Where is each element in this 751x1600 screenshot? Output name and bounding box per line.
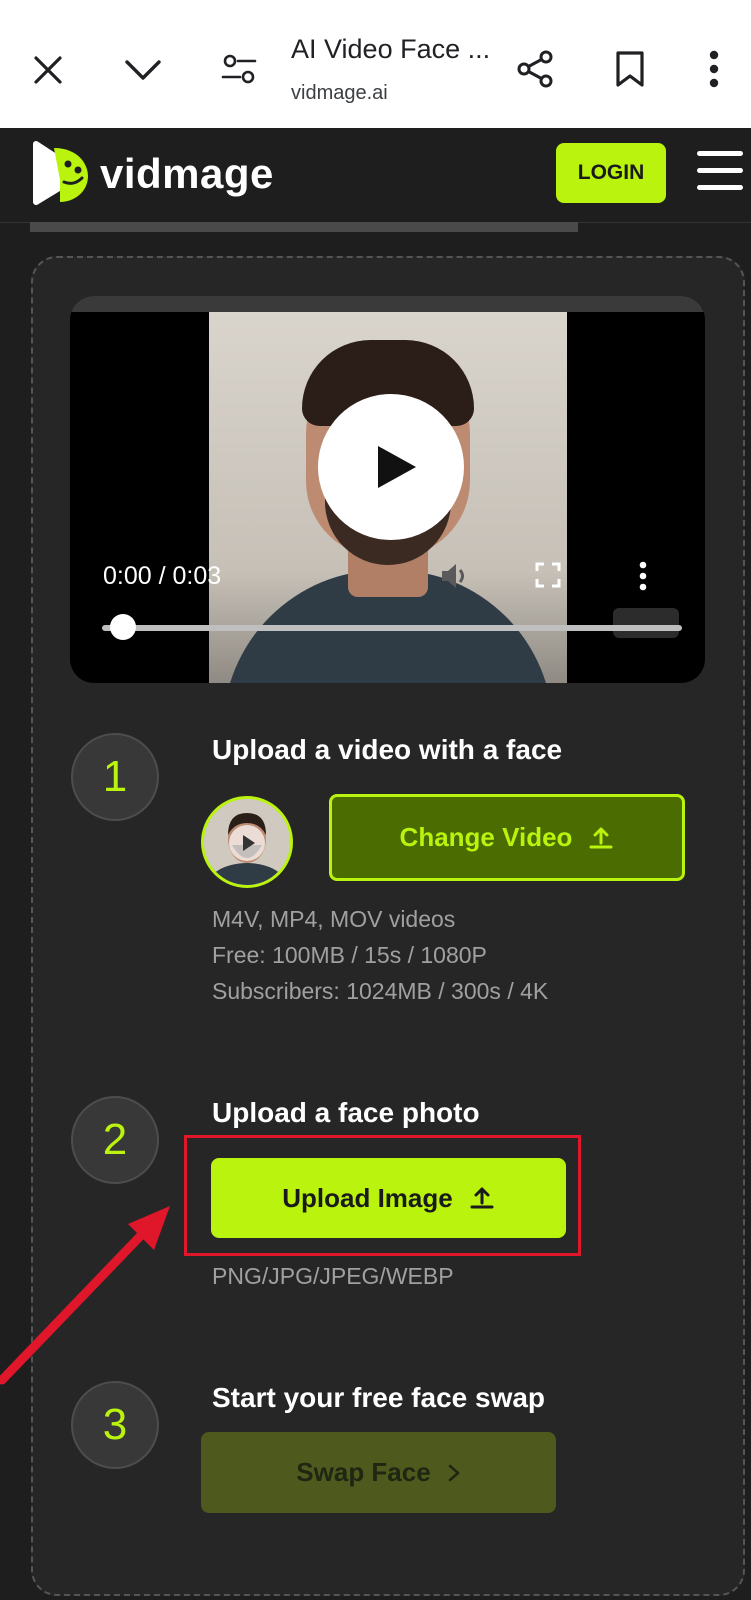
- thumbnail-person-image: [204, 799, 290, 885]
- chevron-right-icon: [448, 1464, 460, 1481]
- site-header: vidmage LOGIN: [0, 128, 751, 223]
- change-video-label: Change Video: [399, 822, 573, 852]
- page-title[interactable]: AI Video Face ...: [291, 34, 490, 65]
- url-host[interactable]: vidmage.ai: [291, 82, 388, 105]
- login-button[interactable]: LOGIN: [556, 143, 666, 203]
- red-arrow-annotation: [0, 1200, 180, 1395]
- horizontal-scrollbar[interactable]: [30, 222, 578, 232]
- video-time: 0:00 / 0:03: [103, 562, 222, 590]
- video-player[interactable]: 0:00 / 0:03: [70, 296, 705, 683]
- step-number-3: 3: [71, 1381, 159, 1469]
- more-vert-icon[interactable]: [700, 46, 728, 92]
- subscriber-limits: Subscribers: 1024MB / 300s / 4K: [212, 978, 549, 1004]
- video-top-bar: [70, 296, 705, 312]
- video-progress-track[interactable]: [102, 625, 682, 631]
- play-icon: [378, 446, 416, 488]
- site-settings-icon[interactable]: [218, 48, 260, 90]
- step-2-title: Upload a face photo: [212, 1097, 480, 1128]
- watermark-badge: [613, 608, 679, 638]
- swap-face-label: Swap Face: [296, 1457, 431, 1487]
- supported-image-formats: PNG/JPG/JPEG/WEBP: [212, 1263, 454, 1289]
- step-number-2: 2: [71, 1096, 159, 1184]
- logo-text[interactable]: vidmage: [100, 150, 274, 198]
- vidmage-logo-icon[interactable]: [30, 140, 92, 206]
- upload-icon: [589, 827, 613, 848]
- video-thumbnail[interactable]: [201, 796, 293, 888]
- video-more-icon[interactable]: [638, 561, 648, 596]
- free-plan-limits: Free: 100MB / 15s / 1080P: [212, 942, 487, 968]
- share-icon[interactable]: [512, 46, 558, 92]
- hamburger-menu-icon[interactable]: [697, 151, 743, 191]
- browser-toolbar: AI Video Face ... vidmage.ai: [0, 0, 751, 129]
- supported-video-formats: M4V, MP4, MOV videos: [212, 906, 456, 932]
- highlight-box: [184, 1135, 581, 1256]
- video-progress-knob[interactable]: [110, 614, 136, 640]
- bookmark-icon[interactable]: [608, 46, 652, 92]
- chevron-down-icon[interactable]: [120, 50, 166, 90]
- volume-icon[interactable]: [438, 560, 470, 597]
- swap-face-button[interactable]: Swap Face: [201, 1432, 556, 1513]
- change-video-button[interactable]: Change Video: [329, 794, 685, 881]
- fullscreen-icon[interactable]: [535, 562, 561, 593]
- step-number-1: 1: [71, 733, 159, 821]
- step-3-title: Start your free face swap: [212, 1382, 546, 1413]
- play-button[interactable]: [318, 394, 464, 540]
- step-1-title: Upload a video with a face: [212, 734, 563, 765]
- close-icon[interactable]: [26, 50, 70, 90]
